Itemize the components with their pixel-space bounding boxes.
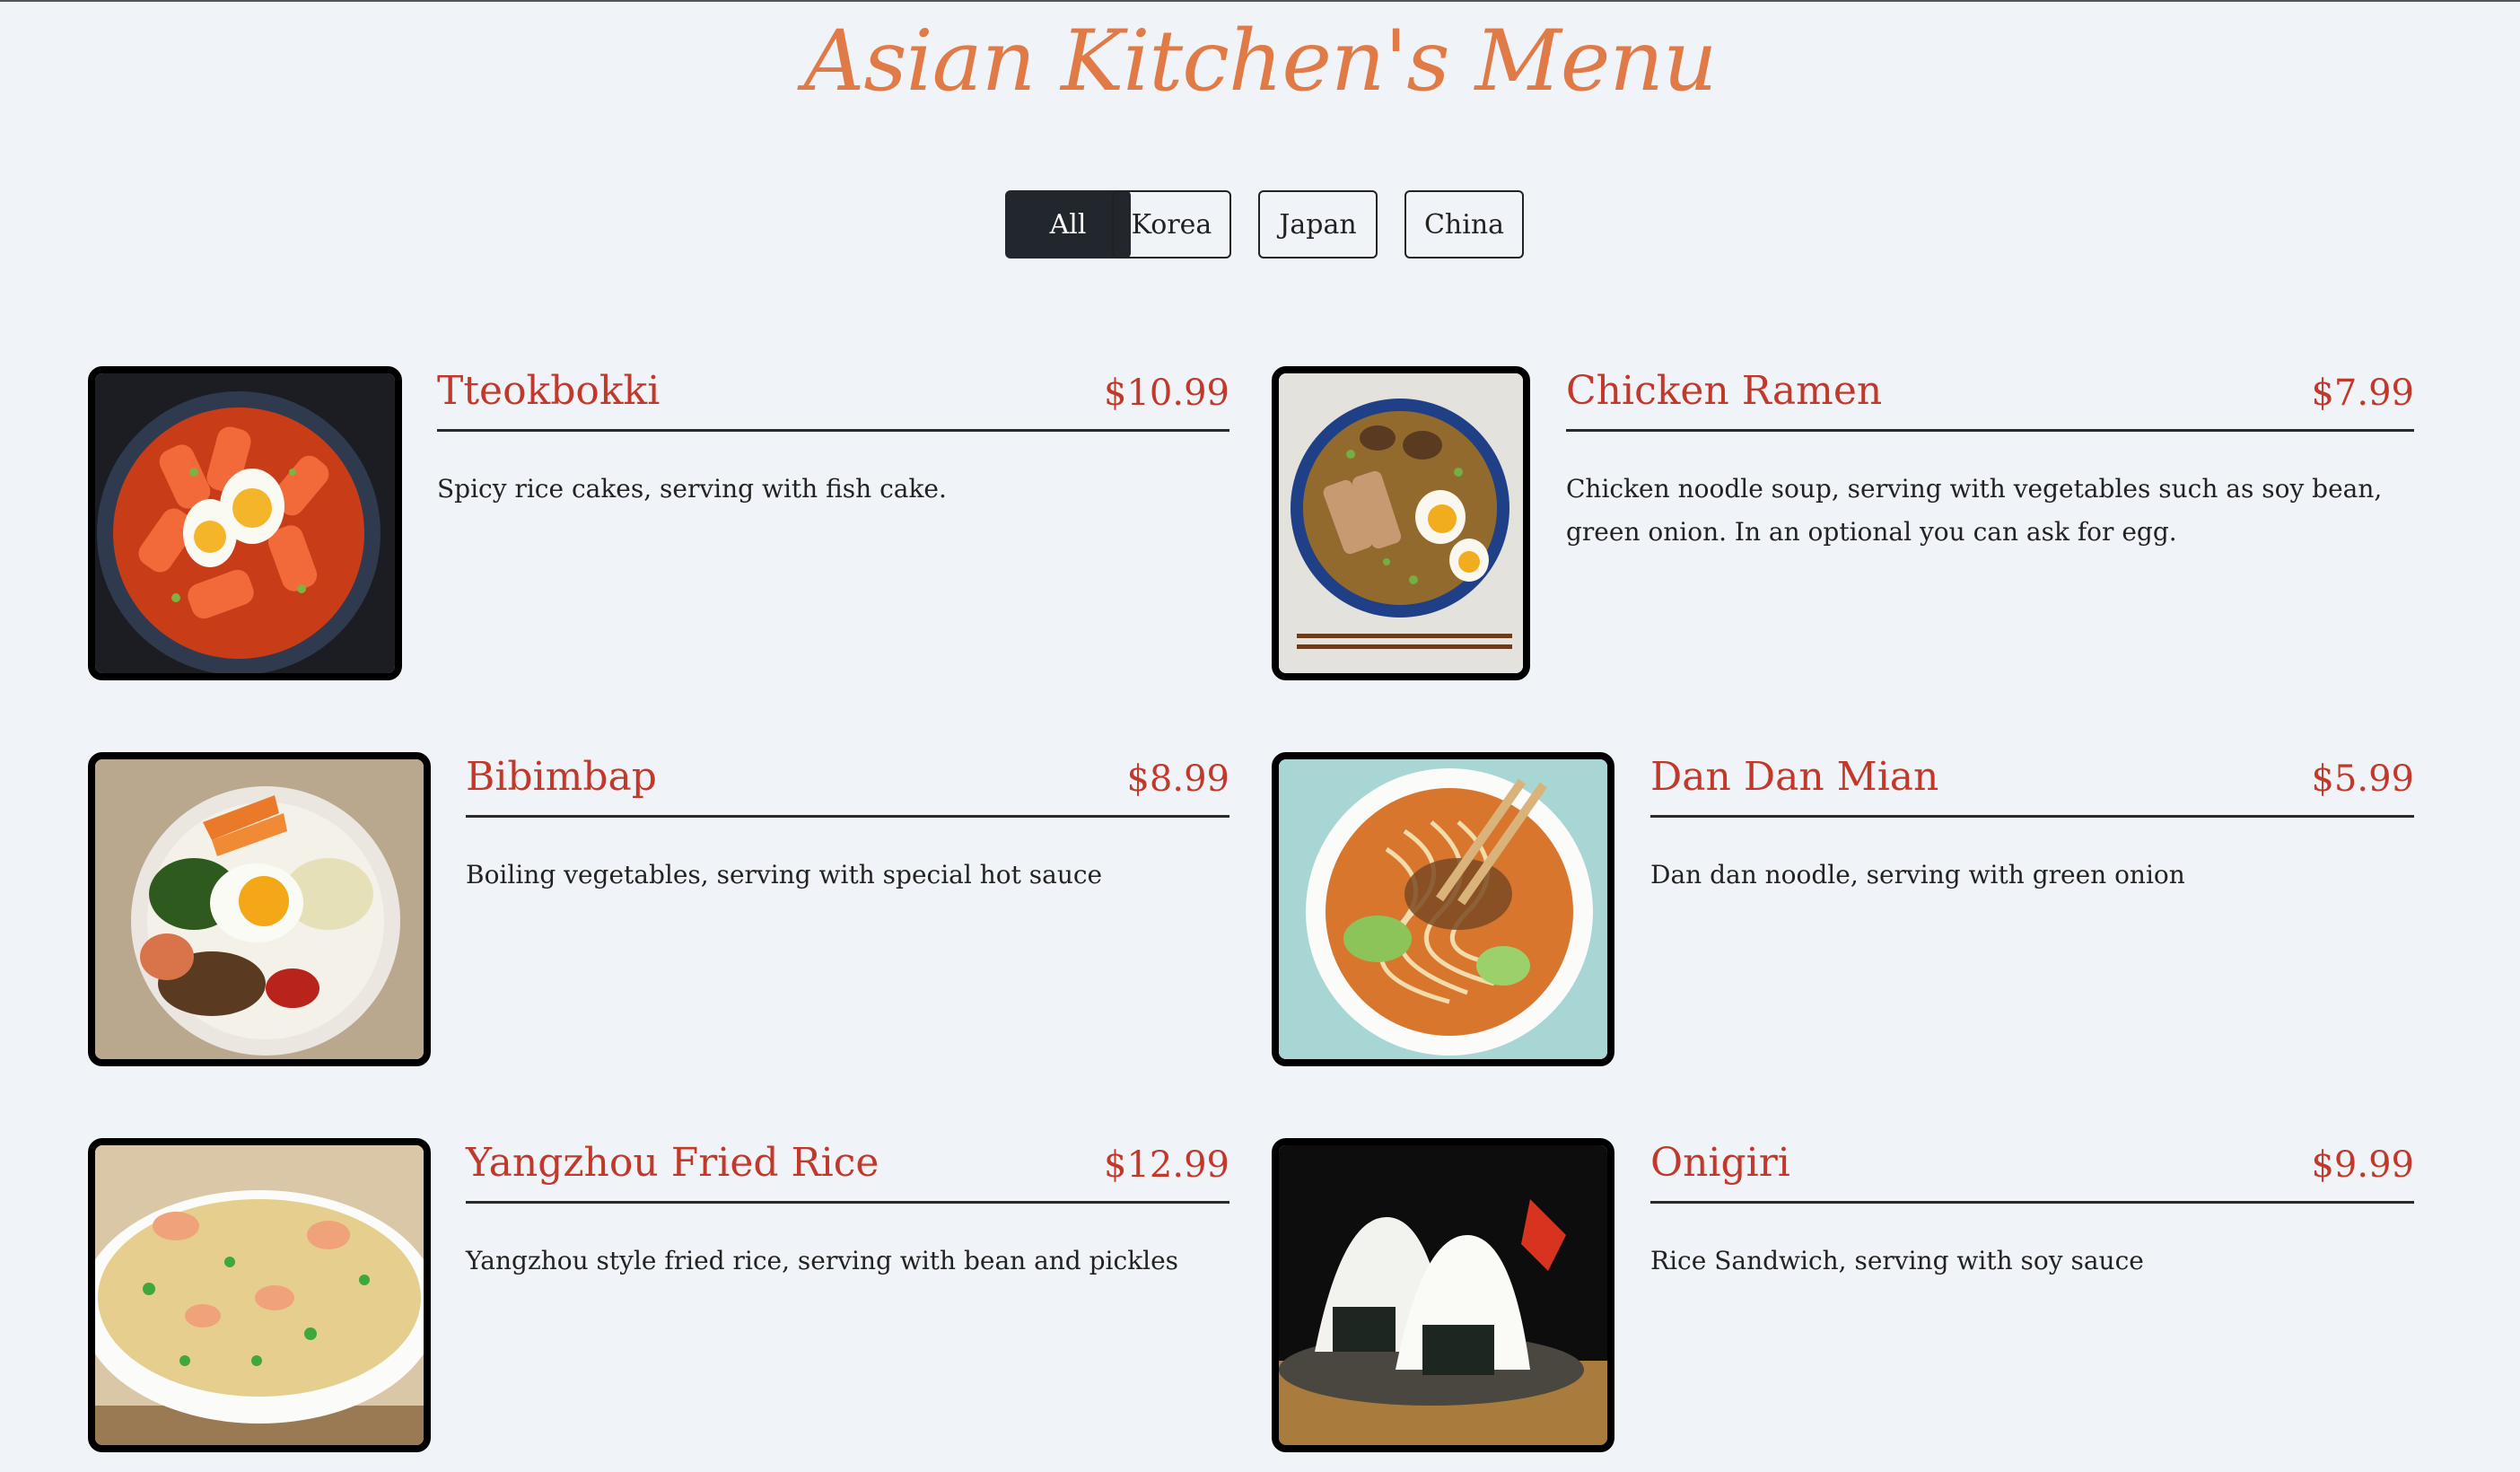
menu-item-price: $9.99 <box>2311 1144 2414 1186</box>
page-title: Asian Kitchen's Menu <box>803 13 1718 110</box>
divider <box>1650 815 2414 818</box>
menu-item-price: $12.99 <box>1104 1144 1229 1186</box>
menu-item-description: Rice Sandwich, serving with soy sauce <box>1650 1246 2144 1275</box>
menu-item-description: Yangzhou style fried rice, serving with … <box>466 1246 1179 1275</box>
tteokbokki-photo <box>88 366 402 680</box>
menu-item-description: Boiling vegetables, serving with special… <box>466 860 1103 889</box>
filter-button-korea[interactable]: Korea <box>1112 190 1231 258</box>
divider <box>437 429 1229 432</box>
menu-item-name: Tteokbokki <box>437 368 661 414</box>
menu-item-description: Chicken noodle soup, serving with vegeta… <box>1566 474 2383 547</box>
filter-button-china[interactable]: China <box>1404 190 1524 258</box>
menu-item-name: Dan Dan Mian <box>1650 754 1939 800</box>
divider <box>466 815 1229 818</box>
dan-dan-mian-photo <box>1272 752 1614 1066</box>
category-filter-bar: All Korea Japan China <box>0 190 2520 258</box>
menu-item-description: Dan dan noodle, serving with green onion <box>1650 860 2185 889</box>
yangzhou-fried-rice-photo <box>88 1138 431 1452</box>
divider <box>466 1201 1229 1204</box>
menu-item-name: Yangzhou Fried Rice <box>466 1140 879 1186</box>
menu-item-price: $7.99 <box>2311 372 2414 414</box>
menu-item-name: Chicken Ramen <box>1566 368 1883 414</box>
menu-item-price: $8.99 <box>1126 758 1229 800</box>
menu-item-name: Onigiri <box>1650 1140 1790 1186</box>
menu-item-description: Spicy rice cakes, serving with fish cake… <box>437 474 947 504</box>
onigiri-photo <box>1272 1138 1614 1452</box>
menu-item-price: $10.99 <box>1104 372 1229 414</box>
bibimbap-photo <box>88 752 431 1066</box>
menu-item-price: $5.99 <box>2311 758 2414 800</box>
chicken-ramen-photo <box>1272 366 1530 680</box>
divider <box>1566 429 2414 432</box>
filter-button-japan[interactable]: Japan <box>1258 190 1378 258</box>
divider <box>1650 1201 2414 1204</box>
menu-item-name: Bibimbap <box>466 754 657 800</box>
